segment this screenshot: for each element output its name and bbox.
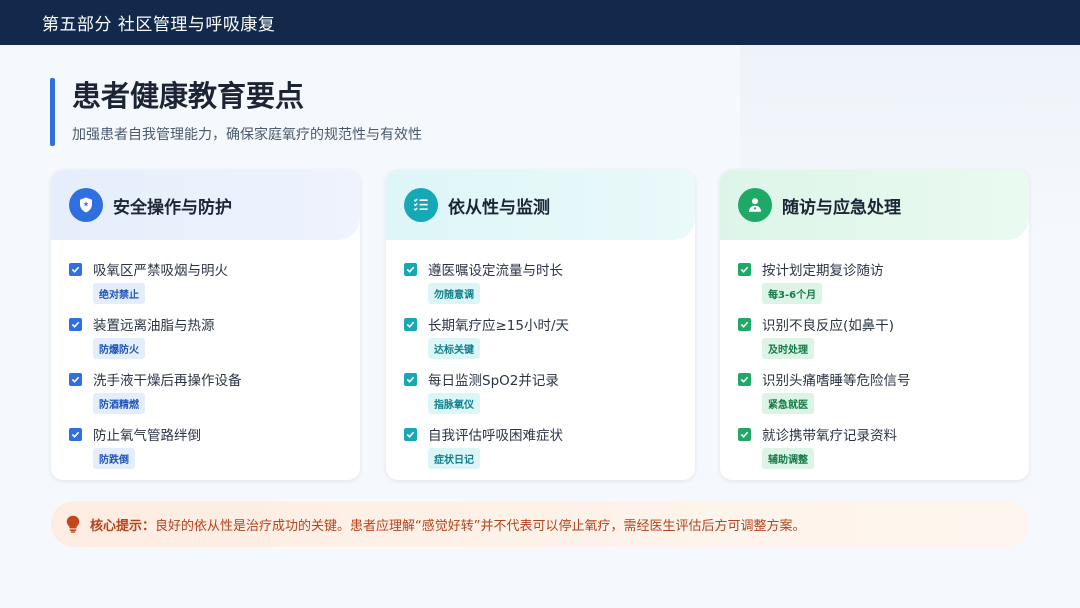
key-tip: 核心提示： 良好的依从性是治疗成功的关键。患者应理解“感觉好转”并不代表可以停止…	[51, 501, 1029, 547]
card-title: 安全操作与防护	[113, 197, 232, 218]
card-title: 随访与应急处理	[782, 197, 901, 218]
doctor-icon	[738, 188, 772, 222]
item-text: 按计划定期复诊随访	[762, 263, 884, 279]
list-item: 按计划定期复诊随访 每3-6个月	[738, 258, 1029, 313]
card-header: 依从性与监测	[386, 170, 695, 240]
item-text: 吸氧区严禁吸烟与明火	[93, 263, 228, 279]
checkbox-icon	[69, 262, 82, 276]
checkbox-icon	[404, 372, 417, 386]
shield-icon	[69, 188, 103, 222]
item-tag: 防爆防火	[93, 338, 145, 359]
item-tag: 紧急就医	[762, 393, 814, 414]
lightbulb-icon	[65, 514, 81, 534]
page-subtitle: 加强患者自我管理能力，确保家庭氧疗的规范性与有效性	[72, 127, 422, 143]
item-text: 识别不良反应(如鼻干)	[762, 318, 895, 334]
card-compliance: 依从性与监测 遵医嘱设定流量与时长 勿随意调 长期氧疗应≥15小时/天 达标关键	[386, 170, 695, 480]
checkbox-icon	[738, 262, 751, 276]
item-tag: 防跌倒	[93, 448, 135, 469]
item-tag: 指脉氧仪	[428, 393, 480, 414]
tip-label: 核心提示：	[90, 518, 156, 534]
checkbox-icon	[404, 317, 417, 331]
item-list: 遵医嘱设定流量与时长 勿随意调 长期氧疗应≥15小时/天 达标关键 每日监测Sp…	[386, 240, 695, 478]
item-tag: 绝对禁止	[93, 283, 145, 304]
item-tag: 及时处理	[762, 338, 814, 359]
heading: 患者健康教育要点 加强患者自我管理能力，确保家庭氧疗的规范性与有效性	[50, 78, 422, 146]
item-text: 防止氧气管路绊倒	[93, 428, 201, 444]
tip-text: 良好的依从性是治疗成功的关键。患者应理解“感觉好转”并不代表可以停止氧疗，需经医…	[155, 518, 806, 534]
card-header: 随访与应急处理	[720, 170, 1029, 240]
checkbox-icon	[404, 262, 417, 276]
item-text: 长期氧疗应≥15小时/天	[428, 318, 570, 334]
item-text: 识别头痛嗜睡等危险信号	[762, 373, 911, 389]
list-item: 长期氧疗应≥15小时/天 达标关键	[404, 313, 695, 368]
item-text: 每日监测SpO2并记录	[428, 373, 559, 389]
item-tag: 勿随意调	[428, 283, 480, 304]
item-tag: 达标关键	[428, 338, 480, 359]
item-text: 洗手液干燥后再操作设备	[93, 373, 242, 389]
item-tag: 辅助调整	[762, 448, 814, 469]
list-item: 识别头痛嗜睡等危险信号 紧急就医	[738, 368, 1029, 423]
list-item: 防止氧气管路绊倒 防跌倒	[69, 423, 360, 478]
checkbox-icon	[738, 372, 751, 386]
item-tag: 防酒精燃	[93, 393, 145, 414]
list-item: 自我评估呼吸困难症状 症状日记	[404, 423, 695, 478]
list-item: 就诊携带氧疗记录资料 辅助调整	[738, 423, 1029, 478]
section-title: 第五部分 社区管理与呼吸康复	[42, 15, 276, 35]
list-item: 遵医嘱设定流量与时长 勿随意调	[404, 258, 695, 313]
checklist-icon	[404, 188, 438, 222]
list-item: 吸氧区严禁吸烟与明火 绝对禁止	[69, 258, 360, 313]
checkbox-icon	[404, 427, 417, 441]
checkbox-icon	[69, 317, 82, 331]
item-tag: 症状日记	[428, 448, 480, 469]
card-followup: 随访与应急处理 按计划定期复诊随访 每3-6个月 识别不良反应(如鼻干) 及时处…	[720, 170, 1029, 480]
item-text: 装置远离油脂与热源	[93, 318, 215, 334]
item-text: 自我评估呼吸困难症状	[428, 428, 563, 444]
list-item: 装置远离油脂与热源 防爆防火	[69, 313, 360, 368]
item-text: 就诊携带氧疗记录资料	[762, 428, 897, 444]
card-header: 安全操作与防护	[51, 170, 360, 240]
item-list: 按计划定期复诊随访 每3-6个月 识别不良反应(如鼻干) 及时处理 识别头痛嗜睡…	[720, 240, 1029, 478]
heading-accent-bar	[50, 78, 55, 146]
checkbox-icon	[69, 427, 82, 441]
card-safety: 安全操作与防护 吸氧区严禁吸烟与明火 绝对禁止 装置远离油脂与热源 防爆防火 洗…	[51, 170, 360, 480]
checkbox-icon	[738, 317, 751, 331]
item-text: 遵医嘱设定流量与时长	[428, 263, 563, 279]
slide: 第五部分 社区管理与呼吸康复 患者健康教育要点 加强患者自我管理能力，确保家庭氧…	[0, 0, 1080, 608]
list-item: 洗手液干燥后再操作设备 防酒精燃	[69, 368, 360, 423]
list-item: 每日监测SpO2并记录 指脉氧仪	[404, 368, 695, 423]
item-list: 吸氧区严禁吸烟与明火 绝对禁止 装置远离油脂与热源 防爆防火 洗手液干燥后再操作…	[51, 240, 360, 478]
item-tag: 每3-6个月	[762, 283, 823, 304]
top-bar: 第五部分 社区管理与呼吸康复	[0, 0, 1080, 45]
card-title: 依从性与监测	[448, 197, 550, 218]
page-title: 患者健康教育要点	[72, 79, 305, 113]
list-item: 识别不良反应(如鼻干) 及时处理	[738, 313, 1029, 368]
checkbox-icon	[738, 427, 751, 441]
cards: 安全操作与防护 吸氧区严禁吸烟与明火 绝对禁止 装置远离油脂与热源 防爆防火 洗…	[51, 170, 1029, 480]
checkbox-icon	[69, 372, 82, 386]
